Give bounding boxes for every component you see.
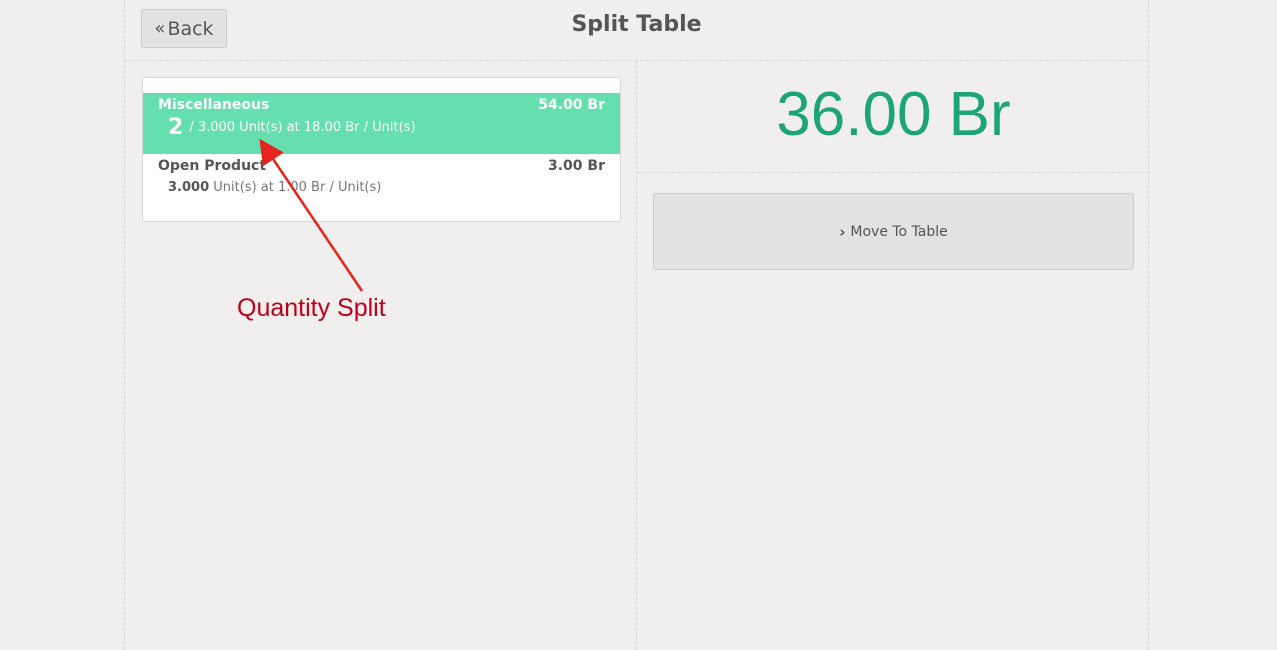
orderline[interactable]: Open Product 3.00 Br 3.000 Unit(s) at 1.… [143,154,620,210]
orderline-name: Miscellaneous [158,97,270,113]
split-quantity: 2 [168,115,184,140]
chevron-right-icon: › [839,222,846,241]
move-to-table-label: Move To Table [850,223,948,240]
orderline-selected[interactable]: Miscellaneous 54.00 Br 2 / 3.000 Unit(s) … [143,93,620,154]
annotation-label: Quantity Split [237,294,386,322]
top-bar: « Back Split Table [125,0,1148,61]
orderline-detail: / 3.000 Unit(s) at 18.00 Br / Unit(s) [189,120,416,135]
orderline-name: Open Product [158,158,267,174]
split-table-screen: « Back Split Table Miscellaneous 54.00 B… [124,0,1150,650]
orderlines-panel: Miscellaneous 54.00 Br 2 / 3.000 Unit(s) … [125,61,637,650]
orderline-info: 3.000 Unit(s) at 1.00 Br / Unit(s) [168,180,381,195]
orderline-quantity: 3.000 [168,180,210,195]
orderline-price: 54.00 Br [538,97,605,113]
total-amount: 36.00 Br [776,80,1011,149]
move-to-table-button[interactable]: › Move To Table [653,193,1134,270]
split-summary-panel: 36.00 Br › Move To Table [637,61,1150,650]
orderline-detail: Unit(s) at 1.00 Br / Unit(s) [213,180,382,195]
orderline-price: 3.00 Br [548,158,605,174]
orderline-info: 2 / 3.000 Unit(s) at 18.00 Br / Unit(s) [168,115,416,140]
total-box: 36.00 Br [637,61,1150,173]
page-title: Split Table [571,12,702,37]
orderline-list: Miscellaneous 54.00 Br 2 / 3.000 Unit(s) … [142,77,621,222]
